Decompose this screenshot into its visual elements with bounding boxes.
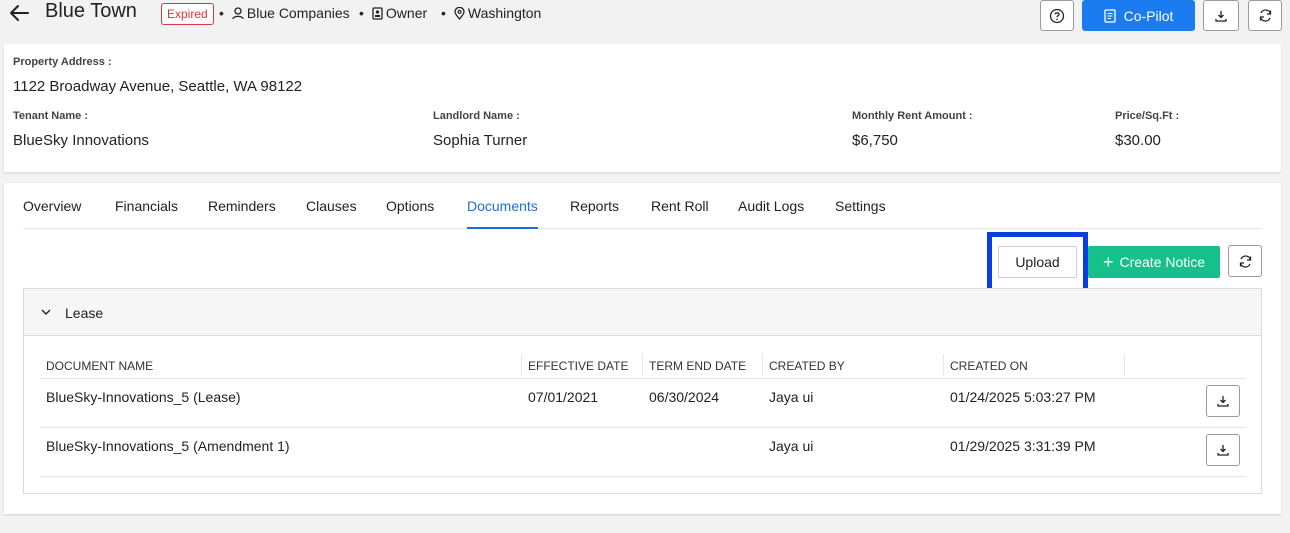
document-name-cell[interactable]: BlueSky-Innovations_5 (Amendment 1) xyxy=(46,438,290,454)
refresh-icon xyxy=(1259,9,1271,22)
column-header-document-name: DOCUMENT NAME xyxy=(46,359,154,373)
back-arrow-icon[interactable] xyxy=(8,2,30,24)
copilot-label: Co-Pilot xyxy=(1123,7,1174,24)
documents-panel: Overview Financials Reminders Clauses Op… xyxy=(4,183,1281,514)
price-value: $30.00 xyxy=(1115,132,1161,149)
lease-section-header[interactable]: Lease xyxy=(24,289,1261,336)
create-notice-label: Create Notice xyxy=(1119,254,1206,270)
rent-value: $6,750 xyxy=(852,132,898,149)
location-name: Washington xyxy=(467,5,542,21)
column-header-term-end-date: TERM END DATE xyxy=(649,359,747,373)
tab-settings[interactable]: Settings xyxy=(835,198,886,214)
lease-section: Lease DOCUMENT NAME EFFECTIVE DATE TERM … xyxy=(23,288,1262,494)
tenant-label: Tenant Name : xyxy=(13,110,88,122)
property-summary-card: Property Address : 1122 Broadway Avenue,… xyxy=(4,44,1281,172)
tab-reminders[interactable]: Reminders xyxy=(208,198,276,214)
create-notice-button[interactable]: + Create Notice xyxy=(1088,246,1220,278)
column-header-created-by: CREATED BY xyxy=(769,359,845,373)
page-header: Blue Town Expired • Blue Companies • Own… xyxy=(0,0,1290,40)
column-header-effective-date: EFFECTIVE DATE xyxy=(528,359,629,373)
company-meta: • Blue Companies xyxy=(219,5,350,21)
created-by-cell: Jaya ui xyxy=(769,438,814,454)
tab-clauses[interactable]: Clauses xyxy=(306,198,357,214)
user-icon xyxy=(232,6,244,19)
company-name: Blue Companies xyxy=(246,5,350,21)
created-by-cell: Jaya ui xyxy=(769,389,814,405)
download-icon xyxy=(1215,10,1227,22)
landlord-value: Sophia Turner xyxy=(433,132,528,149)
rent-label: Monthly Rent Amount : xyxy=(852,110,973,122)
tab-financials[interactable]: Financials xyxy=(115,198,178,214)
download-icon xyxy=(1217,445,1229,456)
active-tab-indicator xyxy=(467,227,538,229)
location-meta: • Washington xyxy=(441,5,542,21)
upload-highlight-box xyxy=(987,232,1088,294)
tenant-value: BlueSky Innovations xyxy=(13,132,149,149)
tab-rent-roll[interactable]: Rent Roll xyxy=(651,198,709,214)
tab-options[interactable]: Options xyxy=(386,198,434,214)
refresh-icon xyxy=(1239,254,1251,268)
created-on-cell: 01/24/2025 5:03:27 PM xyxy=(950,389,1096,405)
role-name: Owner xyxy=(385,5,428,21)
plus-icon: + xyxy=(1102,252,1114,272)
chevron-down-icon xyxy=(41,309,51,315)
location-pin-icon xyxy=(454,6,465,20)
section-title: Lease xyxy=(65,305,104,321)
refresh-documents-button[interactable] xyxy=(1228,245,1262,277)
help-button[interactable] xyxy=(1040,0,1074,31)
status-badge: Expired xyxy=(161,3,214,25)
help-icon xyxy=(1049,8,1065,23)
price-label: Price/Sq.Ft : xyxy=(1115,110,1180,122)
tab-bar: Overview Financials Reminders Clauses Op… xyxy=(23,183,1261,229)
tab-overview[interactable]: Overview xyxy=(23,198,81,214)
download-document-button[interactable] xyxy=(1206,434,1240,466)
download-icon xyxy=(1217,396,1229,407)
id-badge-icon xyxy=(372,6,383,20)
created-on-cell: 01/29/2025 3:31:39 PM xyxy=(950,438,1096,454)
document-icon xyxy=(1103,8,1116,23)
column-header-created-on: CREATED ON xyxy=(950,359,1028,373)
download-document-button[interactable] xyxy=(1206,385,1240,417)
tab-audit-logs[interactable]: Audit Logs xyxy=(738,198,804,214)
role-meta: • Owner xyxy=(359,5,428,21)
effective-date-cell: 07/01/2021 xyxy=(528,389,599,405)
download-header-button[interactable] xyxy=(1203,0,1239,31)
page-title: Blue Town xyxy=(45,0,137,22)
address-value: 1122 Broadway Avenue, Seattle, WA 98122 xyxy=(13,78,303,95)
tab-reports[interactable]: Reports xyxy=(570,198,619,214)
term-end-date-cell: 06/30/2024 xyxy=(649,389,720,405)
copilot-button[interactable]: Co-Pilot xyxy=(1082,0,1195,31)
address-label: Property Address : xyxy=(13,56,112,68)
refresh-header-button[interactable] xyxy=(1248,0,1282,31)
document-name-cell[interactable]: BlueSky-Innovations_5 (Lease) xyxy=(46,389,241,405)
landlord-label: Landlord Name : xyxy=(433,110,520,122)
tab-documents[interactable]: Documents xyxy=(467,198,538,214)
